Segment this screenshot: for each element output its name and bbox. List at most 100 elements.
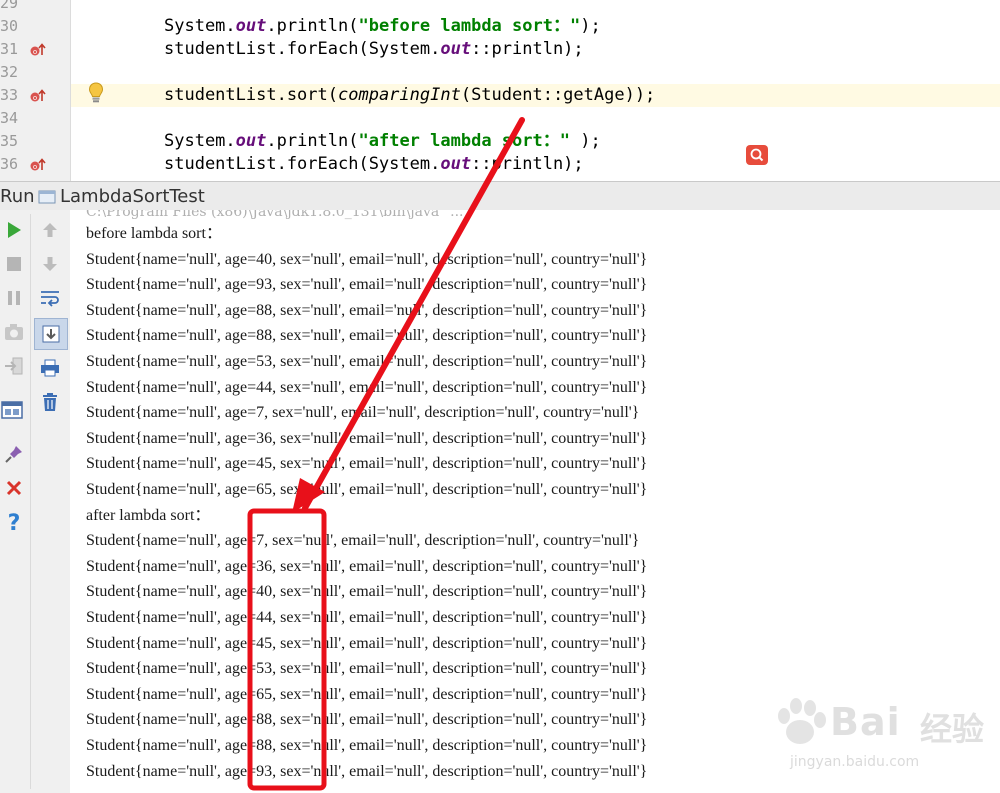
restore-layout-button[interactable] bbox=[0, 398, 24, 422]
gutter-line: 30 bbox=[0, 15, 70, 38]
console-line: Student{name='null', age=40, sex='null',… bbox=[86, 250, 648, 268]
lightbulb-icon[interactable] bbox=[88, 82, 104, 104]
code-token: System. bbox=[164, 16, 236, 36]
line-number: 36 bbox=[0, 155, 19, 173]
console-command-line: C:\Program Files (x86)\Java\jdk1.8.0_131… bbox=[86, 210, 464, 220]
pause-button[interactable] bbox=[2, 286, 26, 310]
run-tool-window-header: Run LambdaSortTest bbox=[0, 181, 1000, 212]
line-number: 30 bbox=[0, 17, 19, 35]
console-line: Student{name='null', age=65, sex='null',… bbox=[86, 481, 648, 498]
clear-all-button[interactable] bbox=[38, 390, 62, 414]
line-number: 29 bbox=[0, 0, 19, 12]
gutter-line: 36 o bbox=[0, 153, 70, 176]
scroll-to-end-button[interactable] bbox=[34, 318, 68, 350]
gutter-line: 31 o bbox=[0, 38, 70, 61]
console-line: Student{name='null', age=88, sex='null',… bbox=[86, 737, 648, 754]
console-line: Student{name='null', age=7, sex='null', … bbox=[86, 532, 640, 550]
console-line: Student{name='null', age=93, sex='null',… bbox=[86, 276, 648, 294]
override-method-icon[interactable]: o bbox=[30, 43, 46, 57]
wrap-icon bbox=[41, 291, 59, 307]
code-line-33[interactable]: studentList.sort(comparingInt(Student::g… bbox=[164, 84, 655, 107]
run-label: Run bbox=[0, 186, 35, 207]
printer-icon bbox=[41, 359, 59, 377]
console-line: after lambda sort： bbox=[86, 506, 211, 524]
code-token-string: "after lambda sort：" bbox=[358, 131, 570, 151]
search-icon[interactable] bbox=[746, 145, 768, 165]
line-number: 35 bbox=[0, 132, 19, 150]
close-button[interactable] bbox=[2, 476, 26, 500]
help-button[interactable]: ? bbox=[2, 510, 26, 534]
application-config-icon bbox=[38, 190, 56, 204]
code-token-static-field: out bbox=[235, 131, 267, 151]
code-token: ); bbox=[580, 16, 601, 36]
svg-text:?: ? bbox=[8, 511, 21, 533]
console-line: Student{name='null', age=93, sex='null',… bbox=[86, 762, 648, 780]
layout-icon bbox=[1, 401, 23, 419]
rerun-button[interactable] bbox=[2, 218, 26, 242]
console-line: Student{name='null', age=44, sex='null',… bbox=[86, 378, 648, 396]
console-line: before lambda sort： bbox=[86, 225, 222, 242]
code-token-static-method: comparingInt bbox=[338, 85, 461, 105]
code-line-35[interactable]: System.out.println("after lambda sort：" … bbox=[164, 130, 601, 153]
paw-logo-icon bbox=[778, 698, 826, 744]
line-number: 34 bbox=[0, 109, 19, 127]
console-line: Student{name='null', age=53, sex='null',… bbox=[86, 353, 648, 370]
code-token-static-field: out bbox=[440, 39, 472, 59]
console-line: Student{name='null', age=45, sex='null',… bbox=[86, 634, 648, 652]
scroll-down-button[interactable] bbox=[38, 252, 62, 276]
watermark-brand: Bai bbox=[830, 700, 901, 744]
scroll-to-end-icon bbox=[42, 325, 60, 343]
line-number: 32 bbox=[0, 63, 19, 81]
code-line-30[interactable]: System.out.println("before lambda sort："… bbox=[164, 15, 601, 38]
code-token: .println( bbox=[266, 16, 359, 36]
svg-text:o: o bbox=[33, 163, 37, 171]
code-token: ::println); bbox=[471, 39, 584, 59]
toolbar-separator bbox=[30, 214, 31, 789]
console-line: Student{name='null', age=45, sex='null',… bbox=[86, 455, 648, 473]
watermark-cn-text: 经验 bbox=[920, 710, 985, 748]
play-icon bbox=[8, 222, 21, 238]
gutter-line: 33 o bbox=[0, 84, 70, 107]
exit-button[interactable] bbox=[2, 354, 26, 378]
code-token: studentList.forEach(System. bbox=[164, 39, 441, 59]
camera-icon bbox=[5, 324, 23, 340]
override-method-icon[interactable]: o bbox=[30, 89, 46, 103]
print-button[interactable] bbox=[38, 356, 62, 380]
watermark: Bai 经验 jingyan.baidu.com bbox=[770, 692, 990, 782]
code-token-string: "before lambda sort：" bbox=[358, 16, 581, 36]
stop-button[interactable] bbox=[2, 252, 26, 276]
editor-gutter: 29 30 31 o 32 33 o 34 35 36 o bbox=[0, 0, 71, 181]
trash-icon bbox=[43, 393, 57, 411]
line-number: 33 bbox=[0, 86, 19, 104]
console-line: Student{name='null', age=88, sex='null',… bbox=[86, 301, 648, 319]
scroll-up-button[interactable] bbox=[38, 218, 62, 242]
help-icon: ? bbox=[8, 511, 21, 533]
code-token: ); bbox=[569, 131, 601, 151]
console-line: Student{name='null', age=88, sex='null',… bbox=[86, 327, 648, 345]
svg-text:o: o bbox=[33, 94, 37, 102]
pause-icon bbox=[8, 291, 20, 305]
console-line: Student{name='null', age=36, sex='null',… bbox=[86, 429, 648, 447]
watermark-url: jingyan.baidu.com bbox=[790, 754, 920, 770]
exit-icon bbox=[5, 357, 23, 375]
code-token: studentList.sort( bbox=[164, 85, 338, 105]
code-line-31[interactable]: studentList.forEach(System.out::println)… bbox=[164, 38, 584, 61]
gutter-line: 32 bbox=[0, 61, 70, 84]
code-token: (Student::getAge)); bbox=[460, 85, 656, 105]
close-icon bbox=[6, 480, 22, 496]
override-method-icon[interactable]: o bbox=[30, 158, 46, 172]
code-line-36[interactable]: studentList.forEach(System.out::println)… bbox=[164, 153, 584, 176]
console-line: Student{name='null', age=65, sex='null',… bbox=[86, 685, 648, 703]
pin-tab-button[interactable] bbox=[2, 442, 26, 466]
dump-threads-button[interactable] bbox=[2, 320, 26, 344]
run-tab-title[interactable]: LambdaSortTest bbox=[60, 182, 205, 211]
run-toolbar: ? bbox=[0, 210, 71, 793]
code-token: .println( bbox=[266, 131, 359, 151]
code-editor[interactable]: 29 30 31 o 32 33 o 34 35 36 o System.out… bbox=[0, 0, 1000, 181]
soft-wrap-button[interactable] bbox=[38, 286, 62, 310]
console-line: Student{name='null', age=36, sex='null',… bbox=[86, 557, 648, 575]
arrow-up-icon bbox=[43, 223, 57, 237]
svg-text:o: o bbox=[33, 48, 37, 56]
line-number: 31 bbox=[0, 40, 19, 58]
code-token: studentList.forEach(System. bbox=[164, 154, 441, 174]
